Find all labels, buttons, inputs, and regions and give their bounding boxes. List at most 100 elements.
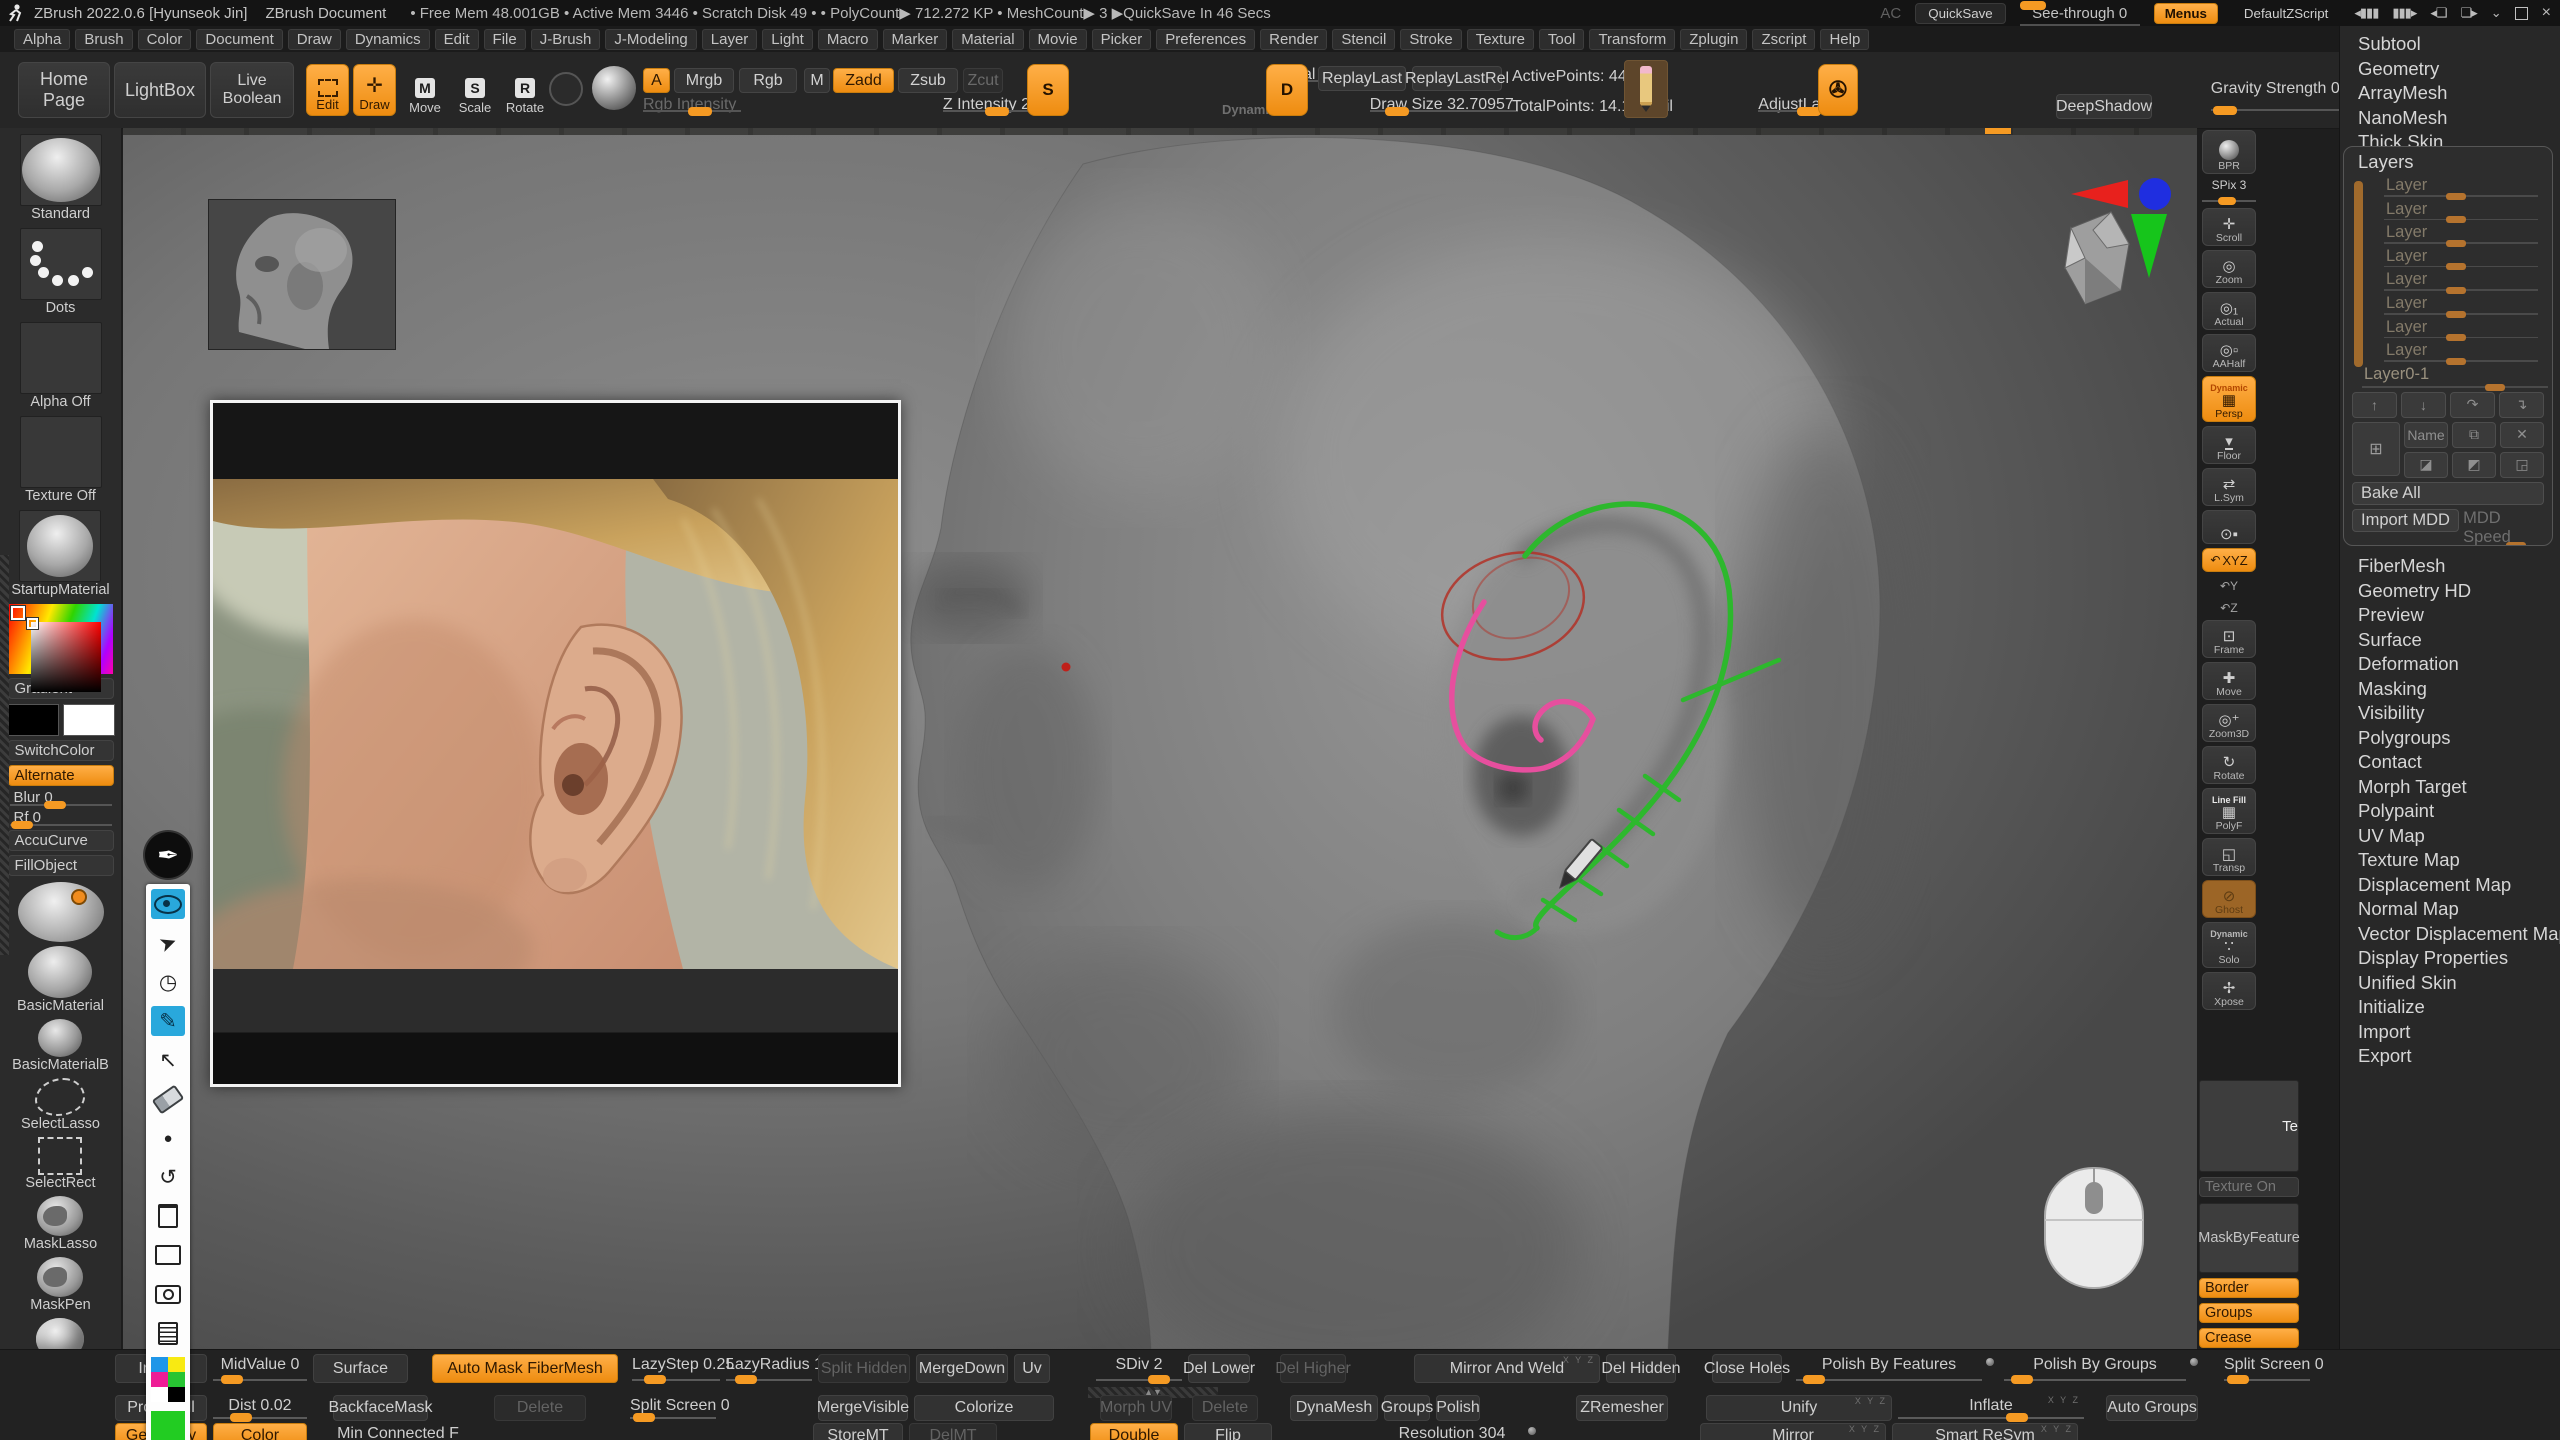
mask-by-feature-box[interactable]: MaskByFeature — [2199, 1203, 2299, 1273]
camera-lock-button[interactable]: ⊙▪ — [2202, 510, 2256, 544]
fill-object-button[interactable]: FillObject — [8, 855, 114, 876]
menu-item[interactable]: Texture — [1467, 29, 1534, 50]
layers-title[interactable]: Layers — [2344, 147, 2552, 175]
tool-panel-section[interactable]: ArrayMesh — [2340, 81, 2560, 106]
hue-selector[interactable] — [11, 606, 25, 620]
tool-panel-section[interactable]: Masking — [2340, 677, 2560, 702]
bottom-control[interactable]: Morph UV — [1100, 1395, 1172, 1421]
tool-panel-section[interactable]: Geometry HD — [2340, 579, 2560, 604]
cursor-tool-icon[interactable]: ➤ — [147, 923, 189, 963]
bottom-control[interactable]: Uv — [1014, 1354, 1050, 1383]
tool-panel-section[interactable]: Texture Map — [2340, 848, 2560, 873]
lightbox-button[interactable]: LightBox — [114, 62, 206, 118]
rotate-mode-button[interactable]: R Rotate — [505, 64, 545, 116]
m-button[interactable]: M — [804, 68, 830, 93]
tool-panel-section[interactable]: Contact — [2340, 750, 2560, 775]
solo-button[interactable]: Dynamic ∵ Solo — [2202, 922, 2256, 968]
menu-item[interactable]: Macro — [818, 29, 878, 50]
zoom3d-button[interactable]: ◎⁺Zoom3D — [2202, 704, 2256, 742]
dock-right-icon[interactable]: ❏▸ — [2461, 5, 2477, 21]
bottom-control[interactable]: Del Higher — [1280, 1354, 1346, 1383]
bottom-control[interactable]: Polish By Features — [1796, 1354, 1982, 1383]
groups-button[interactable]: Groups — [2199, 1303, 2299, 1323]
tray-item[interactable]: SelectLasso — [21, 1078, 100, 1133]
close-icon[interactable]: × — [2542, 4, 2550, 22]
palette-swatch[interactable] — [168, 1357, 185, 1372]
menu-item[interactable]: Picker — [1092, 29, 1152, 50]
screenshot-icon[interactable] — [151, 1279, 185, 1309]
bottom-control[interactable]: Split Screen 0 — [2224, 1354, 2310, 1383]
tool-panel-section[interactable]: Deformation — [2340, 652, 2560, 677]
bottom-control[interactable]: Flip — [1184, 1423, 1272, 1440]
camera-icon[interactable]: ✇ — [1818, 64, 1858, 116]
bottom-control[interactable]: Delete — [494, 1395, 586, 1421]
bottom-control[interactable]: Mirror And Weld X Y Z — [1414, 1354, 1600, 1383]
tool-panel-section[interactable]: Unified Skin — [2340, 971, 2560, 996]
restore-icon[interactable] — [2515, 7, 2528, 20]
layer-row[interactable]: Layer — [2376, 269, 2542, 293]
draw-mode-button[interactable]: ✛ Draw — [353, 64, 396, 116]
bottom-control[interactable]: LazyStep 0.25 — [632, 1354, 720, 1383]
palette-swatch[interactable] — [168, 1387, 185, 1402]
menu-item[interactable]: Layer — [702, 29, 758, 50]
bottom-control[interactable]: MidValue 0 — [213, 1354, 307, 1383]
tool-panel-section[interactable]: Vector Displacement Map — [2340, 922, 2560, 947]
scale-mode-button[interactable]: S Scale — [455, 64, 495, 116]
split-layer-icon[interactable]: ◩ — [2452, 452, 2496, 478]
bottom-control[interactable]: Polish By Groups — [2004, 1354, 2186, 1383]
palette-swatch[interactable] — [168, 1372, 185, 1387]
layer-row[interactable]: Layer — [2376, 175, 2542, 199]
bottom-control[interactable]: ZRemesher — [1576, 1395, 1668, 1421]
tool-panel-section[interactable]: Initialize — [2340, 995, 2560, 1020]
live-boolean-button[interactable]: Live Boolean — [210, 62, 294, 118]
bottom-control[interactable]: BackfaceMask — [333, 1395, 428, 1421]
bottom-control[interactable]: MergeDown — [916, 1354, 1008, 1383]
bottom-control[interactable]: Resolution 304 — [1380, 1423, 1524, 1440]
bottom-control[interactable]: Smart ReSym X Y Z — [1892, 1423, 2078, 1440]
bottom-control[interactable]: Color — [213, 1423, 307, 1440]
zoom-button[interactable]: ◎Zoom — [2202, 250, 2256, 288]
persp-button[interactable]: Dynamic ▦ Persp — [2202, 376, 2256, 422]
gizmo-z-dot[interactable] — [2139, 178, 2171, 210]
bottom-control[interactable]: StoreMT — [813, 1423, 903, 1440]
marker-tool-icon[interactable]: ✎ — [151, 1006, 185, 1036]
mdd-speed-slider[interactable]: MDD Speed — [2463, 509, 2544, 546]
tray-scroll-hatch[interactable] — [0, 555, 9, 955]
palette-swatch[interactable] — [151, 1357, 168, 1372]
tool-panel-section[interactable]: Displacement Map — [2340, 873, 2560, 898]
stroke-preview-icon[interactable] — [549, 72, 583, 106]
bottom-control[interactable]: Delete — [1192, 1395, 1258, 1421]
current-alpha[interactable]: Alpha Off — [20, 322, 102, 411]
tool-panel-section[interactable]: Preview — [2340, 603, 2560, 628]
bottom-control[interactable]: Mirror X Y Z — [1700, 1423, 1886, 1440]
clear-all-icon[interactable] — [151, 1201, 185, 1231]
qxyz-button[interactable]: ↶ XYZ — [2202, 548, 2256, 572]
layer-base-row[interactable]: Layer0-1 — [2354, 364, 2552, 390]
tray-item[interactable]: MaskPen — [30, 1257, 90, 1314]
bottom-control[interactable]: Colorize — [914, 1395, 1054, 1421]
delete-layer-icon[interactable]: ✕ — [2500, 422, 2544, 448]
material-sphere-preview[interactable] — [18, 882, 104, 942]
tray-item[interactable]: BasicMaterial — [17, 946, 104, 1015]
bottom-control[interactable]: Unify X Y Z — [1706, 1395, 1892, 1421]
edit-mode-button[interactable]: Edit — [306, 64, 349, 116]
rgb-intensity-slider[interactable]: Rgb Intensity — [643, 96, 741, 113]
current-color-swatch[interactable] — [151, 1411, 185, 1440]
menu-item[interactable]: Zplugin — [1680, 29, 1747, 50]
menu-item[interactable]: Movie — [1029, 29, 1087, 50]
bottom-control[interactable]: LazyRadius 1 — [726, 1354, 812, 1383]
layer-row[interactable]: Layer — [2376, 293, 2542, 317]
saturation-square[interactable] — [31, 622, 101, 692]
texture-preview-box[interactable]: Te — [2199, 1080, 2299, 1172]
current-material[interactable]: StartupMaterial — [11, 510, 109, 599]
sculpt-head[interactable] — [911, 137, 1913, 1349]
move-mode-button[interactable]: M Move — [405, 64, 445, 116]
replay-last-rel-button[interactable]: ReplayLastRel — [1412, 66, 1502, 91]
menu-item[interactable]: J-Brush — [531, 29, 601, 50]
spix-slider[interactable]: SPix 3 — [2202, 178, 2256, 204]
minimize-icon[interactable]: ⌄ — [2491, 5, 2501, 21]
mrgb-button[interactable]: Mrgb — [674, 68, 734, 93]
reference-image-panel[interactable] — [210, 400, 901, 1087]
menu-item[interactable]: Draw — [288, 29, 341, 50]
menu-item[interactable]: Tool — [1539, 29, 1585, 50]
